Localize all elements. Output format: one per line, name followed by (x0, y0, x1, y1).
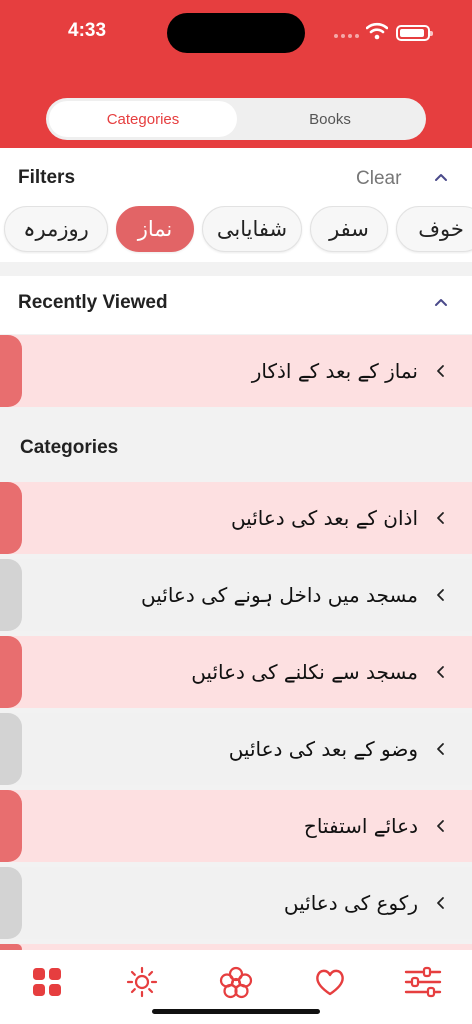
chevron-left-icon (437, 666, 444, 678)
status-icons (334, 22, 434, 42)
list-item-label: رکوع کی دعائیں (283, 891, 418, 915)
chevron-left-icon (437, 365, 444, 377)
row-tab (0, 335, 22, 407)
filter-chips: روزمرہ نماز شفایابی سفر خوف (0, 206, 472, 254)
heart-icon[interactable] (314, 966, 346, 998)
header: 4:33 Categories Books (0, 0, 472, 148)
chip-shifayabi[interactable]: شفایابی (202, 206, 302, 252)
tab-categories[interactable]: Categories (49, 101, 237, 137)
chip-khauf[interactable]: خوف (396, 206, 472, 252)
sun-icon[interactable] (126, 966, 158, 998)
list-item-label: وضو کے بعد کی دعائیں (228, 737, 418, 761)
status-time: 4:33 (68, 20, 107, 41)
row-tab (0, 482, 22, 554)
list-item-label: دعائے استفتاح (303, 814, 418, 838)
list-item[interactable]: دعائے استفتاح (0, 790, 472, 862)
sliders-icon[interactable] (404, 966, 442, 998)
list-item[interactable]: اذان کے بعد کی دعائیں (0, 482, 472, 554)
tab-books[interactable]: Books (237, 101, 423, 137)
wifi-icon (366, 22, 388, 40)
battery-icon (396, 25, 433, 41)
row-tab (0, 713, 22, 785)
list-item-label: مسجد میں داخل ہونے کی دعائیں (141, 583, 418, 607)
list-item-label: مسجد سے نکلنے کی دعائیں (191, 660, 418, 684)
chip-rozmarra[interactable]: روزمرہ (4, 206, 108, 252)
chevron-left-icon (437, 589, 444, 601)
list-item-label: اذان کے بعد کی دعائیں (230, 506, 418, 530)
chevron-up-icon[interactable] (434, 172, 448, 182)
chip-namaz[interactable]: نماز (116, 206, 194, 252)
filters-title: Filters (18, 167, 76, 188)
row-tab (0, 636, 22, 708)
list-item[interactable]: مسجد سے نکلنے کی دعائیں (0, 636, 472, 708)
recent-title: Recently Viewed (18, 292, 168, 313)
chevron-left-icon (437, 897, 444, 909)
chip-safar[interactable]: سفر (310, 206, 388, 252)
row-tab (0, 790, 22, 862)
chevron-left-icon (437, 743, 444, 755)
flower-icon[interactable] (219, 966, 253, 1000)
list-item[interactable]: رکوع کی دعائیں (0, 867, 472, 939)
segmented-control: Categories Books (46, 98, 426, 140)
chevron-up-icon[interactable] (434, 297, 448, 307)
row-tab (0, 867, 22, 939)
chevron-left-icon (437, 512, 444, 524)
list-item[interactable]: وضو کے بعد کی دعائیں (0, 713, 472, 785)
signal-icon (334, 34, 360, 38)
grid-icon[interactable] (31, 966, 63, 998)
list-item[interactable]: مسجد میں داخل ہونے کی دعائیں (0, 559, 472, 631)
row-tab (0, 559, 22, 631)
dynamic-island (167, 13, 305, 53)
clear-button[interactable]: Clear (356, 168, 401, 190)
chevron-left-icon (437, 820, 444, 832)
categories-title: Categories (20, 437, 119, 458)
list-item-label: نماز کے بعد کے اذکار (251, 359, 418, 383)
list-item[interactable]: نماز کے بعد کے اذکار (0, 335, 472, 407)
home-indicator (152, 1009, 320, 1014)
